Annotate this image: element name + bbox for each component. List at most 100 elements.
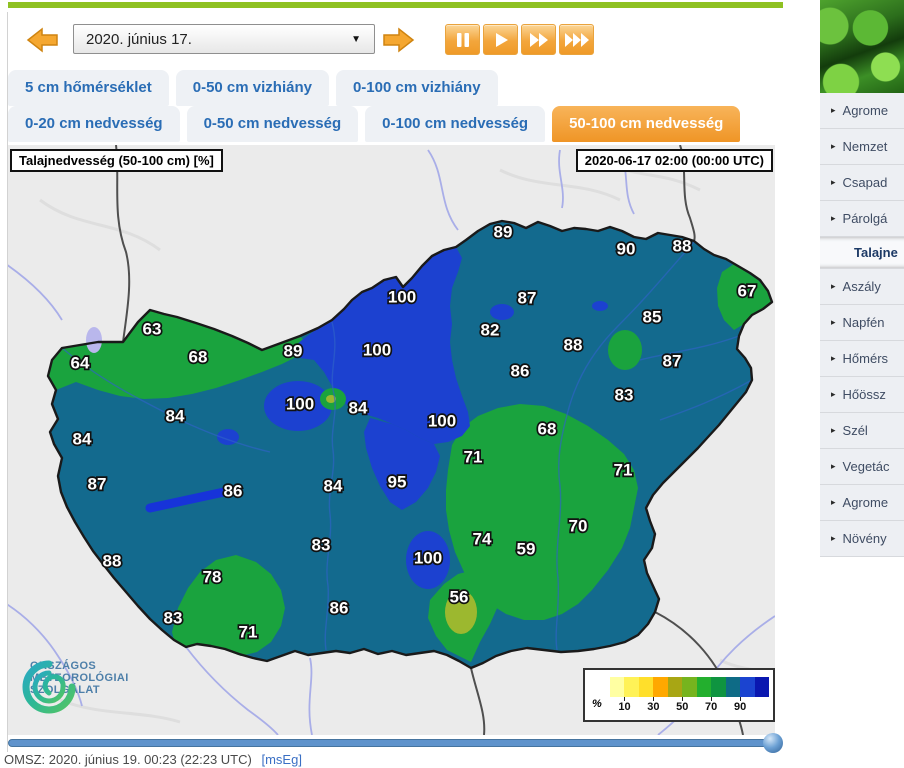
sidebar-item-agrome[interactable]: ▸ Agrome [820,485,904,521]
agro-map-page: 2020. június 17. ▼ [0,0,904,768]
tab-row-2: 0-20 cm nedvesség0-50 cm nedvesség0-100 … [8,106,740,142]
top-accent-bar [8,2,783,8]
map-value-label: 67 [738,281,757,300]
legend-tick-label: 50 [670,701,694,713]
legend-unit-label: % [592,698,602,710]
map-value-label: 100 [388,287,416,306]
map-value-label: 70 [569,516,588,535]
legend-segment [711,677,725,697]
left-arrow-icon [26,27,58,53]
right-arrow-icon [383,27,415,53]
legend-tick-label: 30 [641,701,665,713]
sidebar-item-label: Párolgá [843,211,888,226]
sidebar-item-csapad[interactable]: ▸Csapad [820,165,904,201]
map-value-label: 100 [363,340,391,359]
play-button[interactable] [483,24,518,55]
map-value-label: 84 [166,406,185,425]
color-scale-legend: % 1030507090 [583,668,775,722]
sidebar-menu: ▸Agrome▸Nemzet▸Csapad▸PárolgáTalajne▸Asz… [820,93,904,557]
map-value-label: 84 [349,398,368,417]
animation-player [445,24,594,55]
menu-arrow-icon: ▸ [831,105,836,116]
omsz-swirl-icon [22,660,76,714]
map-value-label: 87 [663,351,682,370]
tab-50-100-cm-nedvess-g[interactable]: 50-100 cm nedvesség [552,106,740,142]
map-value-label: 68 [538,419,557,438]
tab-0-20-cm-nedvess-g[interactable]: 0-20 cm nedvesség [8,106,180,142]
tab-0-50-cm-vizhi-ny[interactable]: 0-50 cm vizhiány [176,70,329,106]
map-value-label: 84 [73,429,92,448]
legend-segment [697,677,711,697]
map-value-label: 89 [284,341,303,360]
dropdown-caret-icon: ▼ [351,34,361,45]
prev-day-button[interactable] [26,27,58,53]
map-value-label: 88 [673,236,692,255]
menu-arrow-icon: ▸ [831,281,836,292]
skip-forward-button[interactable] [559,24,594,55]
menu-arrow-icon: ▸ [831,389,836,400]
map-value-label: 100 [286,394,314,413]
sidebar-item-label: Agrome [843,495,889,510]
menu-arrow-icon: ▸ [831,353,836,364]
map-value-label: 83 [312,535,331,554]
play-icon [491,31,511,49]
sidebar-item-label: Talajne [854,245,898,260]
map-value-label: 82 [481,320,500,339]
legend-segment [639,677,653,697]
timeline-slider-track[interactable] [8,739,775,747]
fast-forward-button[interactable] [521,24,556,55]
legend-segment [610,677,624,697]
menu-arrow-icon: ▸ [831,317,836,328]
sidebar-item-asz-ly[interactable]: ▸Aszály [820,269,904,305]
map-value-label: 56 [450,587,469,606]
legend-color-bar [610,677,769,697]
sidebar-item-label: Agrome [843,103,889,118]
skip-forward-icon [563,31,591,49]
map-value-label: 95 [388,472,407,491]
legend-segment [726,677,740,697]
soil-moisture-map[interactable]: 8990886710087856382886468891008786831008… [8,145,775,735]
sidebar-item-label: Hőmérs [843,351,889,366]
menu-arrow-icon: ▸ [831,425,836,436]
sidebar-item-talajne[interactable]: Talajne [820,237,904,269]
legend-segment [653,677,667,697]
plants-photo [820,0,904,93]
map-value-label: 78 [203,567,222,586]
map-value-label: 87 [88,474,107,493]
next-day-button[interactable] [383,27,415,53]
sidebar-item-n-v-ny[interactable]: ▸Növény [820,521,904,557]
map-value-label: 83 [615,385,634,404]
sidebar-item-agrome[interactable]: ▸ Agrome [820,93,904,129]
menu-arrow-icon: ▸ [831,213,836,224]
sidebar-item-nemzet[interactable]: ▸ Nemzet [820,129,904,165]
menu-arrow-icon: ▸ [831,497,836,508]
map-canvas: 8990886710087856382886468891008786831008… [8,145,775,735]
legend-tick-label: 70 [699,701,723,713]
map-value-label: 88 [103,551,122,570]
sidebar-item-label: Nemzet [843,139,888,154]
timeline-slider-handle[interactable] [763,733,783,753]
sidebar-item-h-ssz[interactable]: ▸Hőössz [820,377,904,413]
sidebar-item-veget-c[interactable]: ▸Vegetác [820,449,904,485]
legend-segment [740,677,754,697]
sidebar-item-sz-l[interactable]: ▸Szél [820,413,904,449]
map-timestamp: 2020-06-17 02:00 (00:00 UTC) [576,149,773,172]
menu-arrow-icon: ▸ [831,141,836,152]
sidebar-item-p-rolg-[interactable]: ▸ Párolgá [820,201,904,237]
date-dropdown[interactable]: 2020. június 17. ▼ [73,24,375,54]
mseg-link[interactable]: [msEg] [261,752,301,767]
legend-tick-label: 90 [728,701,752,713]
sidebar-item-h-m-rs[interactable]: ▸ Hőmérs [820,341,904,377]
sidebar-item-napf-n[interactable]: ▸Napfén [820,305,904,341]
pause-button[interactable] [445,24,480,55]
tab-0-50-cm-nedvess-g[interactable]: 0-50 cm nedvesség [187,106,359,142]
legend-segment [668,677,682,697]
tab-0-100-cm-vizhi-ny[interactable]: 0-100 cm vizhiány [336,70,498,106]
menu-arrow-icon: ▸ [831,533,836,544]
tab-0-100-cm-nedvess-g[interactable]: 0-100 cm nedvesség [365,106,545,142]
map-value-label: 84 [324,476,343,495]
sidebar-item-label: Csapad [843,175,888,190]
map-value-label: 100 [414,548,442,567]
map-value-label: 64 [71,353,90,372]
tab-5-cm-h-m-rs-klet[interactable]: 5 cm hőmérséklet [8,70,169,106]
